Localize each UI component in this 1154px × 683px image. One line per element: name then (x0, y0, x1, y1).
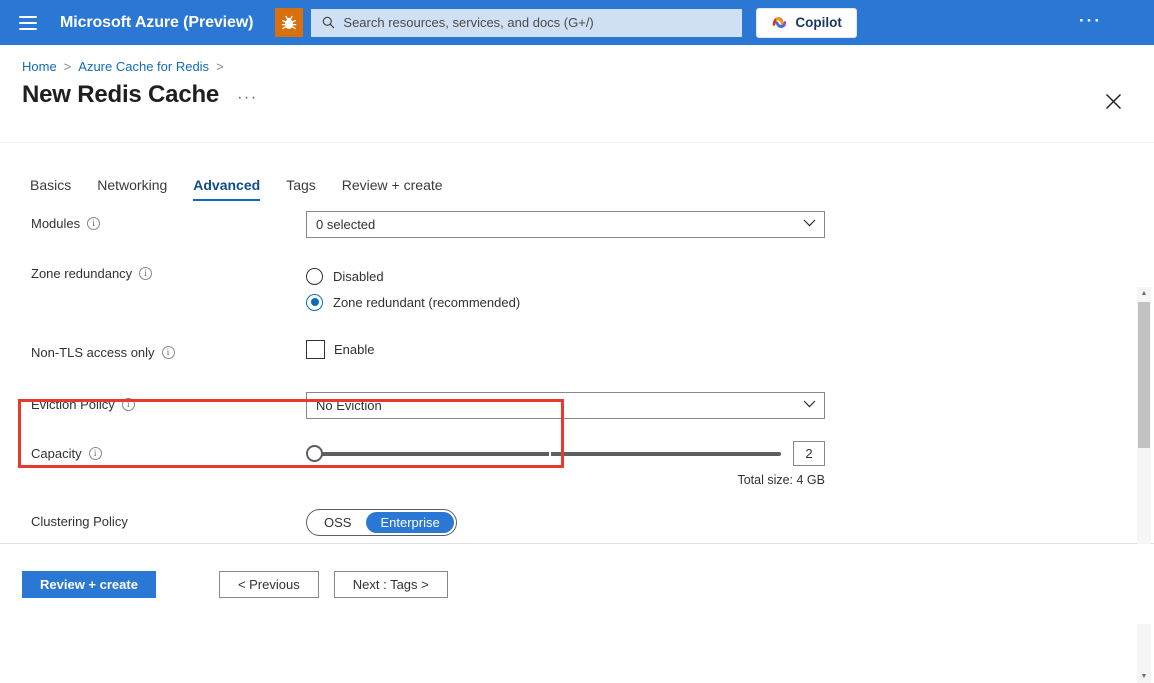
modules-dropdown-value: 0 selected (316, 217, 375, 232)
breadcrumb-separator: > (64, 59, 72, 74)
eviction-policy-label-group: Eviction Policy i (31, 392, 306, 412)
modules-dropdown[interactable]: 0 selected (306, 211, 825, 238)
modules-control: 0 selected (306, 211, 1154, 238)
form-row-eviction-policy: Eviction Policy i No Eviction (0, 392, 1154, 422)
page-header: New Redis Cache ··· (0, 74, 1154, 109)
non-tls-label-group: Non-TLS access only i (31, 340, 306, 360)
azure-top-navbar: Microsoft Azure (Preview) (0, 0, 1154, 45)
slider-track (314, 452, 781, 456)
info-icon[interactable]: i (162, 346, 175, 359)
close-icon[interactable] (1102, 90, 1124, 112)
capacity-slider[interactable] (306, 443, 781, 465)
radio-zone-redundant-label: Zone redundant (recommended) (333, 295, 520, 310)
topbar-more-menu[interactable]: ··· (1079, 12, 1102, 29)
wizard-tabs: Basics Networking Advanced Tags Review +… (0, 143, 1154, 201)
slider-tick (549, 451, 551, 457)
eviction-policy-value: No Eviction (316, 398, 382, 413)
form-row-zone-redundancy: Zone redundancy i Disabled Zone redundan… (0, 263, 1154, 315)
tab-review-create[interactable]: Review + create (342, 177, 443, 201)
clustering-policy-option-oss[interactable]: OSS (309, 512, 366, 533)
page-more-menu[interactable]: ··· (237, 89, 257, 107)
capacity-control: 2 Total size: 4 GB (306, 441, 1154, 487)
radio-zone-redundant[interactable] (306, 294, 323, 311)
non-tls-checkbox[interactable] (306, 340, 325, 359)
clustering-policy-option-enterprise[interactable]: Enterprise (366, 512, 453, 533)
global-search-box[interactable] (311, 9, 742, 37)
modules-label-group: Modules i (31, 211, 306, 231)
eviction-policy-label: Eviction Policy (31, 397, 115, 412)
tab-tags[interactable]: Tags (286, 177, 316, 201)
previous-button[interactable]: < Previous (219, 571, 319, 598)
copilot-swirl-icon (771, 13, 788, 33)
radio-disabled[interactable] (306, 268, 323, 285)
advanced-form: Modules i 0 selected Zone redundancy i (0, 201, 1154, 539)
bug-icon[interactable] (275, 8, 303, 37)
radio-disabled-label: Disabled (333, 269, 384, 284)
breadcrumb-item-azure-cache-for-redis[interactable]: Azure Cache for Redis (78, 59, 209, 74)
clustering-policy-label-group: Clustering Policy (31, 509, 306, 529)
clustering-policy-control: OSS Enterprise (306, 509, 1154, 536)
review-create-button[interactable]: Review + create (22, 571, 156, 598)
capacity-total-size: Total size: 4 GB (306, 473, 825, 487)
form-row-clustering-policy: Clustering Policy OSS Enterprise (0, 509, 1154, 539)
capacity-label-group: Capacity i (31, 441, 306, 461)
search-input[interactable] (343, 15, 731, 30)
clustering-policy-label: Clustering Policy (31, 514, 128, 529)
advanced-settings-panel: Basics Networking Advanced Tags Review +… (0, 142, 1154, 544)
tab-basics[interactable]: Basics (30, 177, 71, 201)
form-row-modules: Modules i 0 selected (0, 211, 1154, 241)
non-tls-label: Non-TLS access only (31, 345, 155, 360)
info-icon[interactable]: i (89, 447, 102, 460)
scrollbar-thumb[interactable] (1138, 302, 1150, 448)
modules-label: Modules (31, 216, 80, 231)
breadcrumb: Home > Azure Cache for Redis > (0, 45, 1154, 74)
info-icon[interactable]: i (87, 217, 100, 230)
slider-thumb[interactable] (306, 445, 323, 462)
non-tls-checkbox-option[interactable]: Enable (306, 340, 1154, 359)
info-icon[interactable]: i (139, 267, 152, 280)
zone-redundancy-label-group: Zone redundancy i (31, 263, 306, 281)
copilot-label: Copilot (795, 15, 842, 30)
search-icon (322, 16, 335, 29)
clustering-policy-toggle[interactable]: OSS Enterprise (306, 509, 457, 536)
page-title: New Redis Cache (22, 81, 219, 109)
wizard-footer: Review + create < Previous Next : Tags > (0, 544, 1154, 624)
non-tls-checkbox-label: Enable (334, 342, 374, 357)
zone-redundancy-control: Disabled Zone redundant (recommended) (306, 263, 1154, 315)
scroll-down-icon[interactable]: ▼ (1137, 670, 1151, 683)
tab-advanced[interactable]: Advanced (193, 177, 260, 201)
chevron-down-icon (803, 400, 816, 411)
azure-brand-title[interactable]: Microsoft Azure (Preview) (60, 14, 253, 32)
breadcrumb-item-home[interactable]: Home (22, 59, 57, 74)
eviction-policy-dropdown[interactable]: No Eviction (306, 392, 825, 419)
info-icon[interactable]: i (122, 398, 135, 411)
tab-networking[interactable]: Networking (97, 177, 167, 201)
radio-option-zone-redundant[interactable]: Zone redundant (recommended) (306, 289, 1154, 315)
form-row-capacity: Capacity i 2 Total size: 4 GB (0, 441, 1154, 487)
non-tls-control: Enable (306, 340, 1154, 359)
capacity-label: Capacity (31, 446, 82, 461)
form-row-non-tls: Non-TLS access only i Enable (0, 340, 1154, 370)
copilot-button[interactable]: Copilot (756, 8, 857, 38)
scroll-up-icon[interactable]: ▲ (1137, 287, 1151, 300)
eviction-policy-control: No Eviction (306, 392, 1154, 419)
capacity-value[interactable]: 2 (793, 441, 825, 466)
next-tags-button[interactable]: Next : Tags > (334, 571, 448, 598)
capacity-slider-wrap: 2 (306, 441, 825, 466)
radio-option-disabled[interactable]: Disabled (306, 263, 1154, 289)
chevron-down-icon (803, 219, 816, 230)
breadcrumb-separator-2: > (216, 59, 224, 74)
zone-redundancy-label: Zone redundancy (31, 266, 132, 281)
hamburger-menu-icon[interactable] (14, 9, 42, 37)
